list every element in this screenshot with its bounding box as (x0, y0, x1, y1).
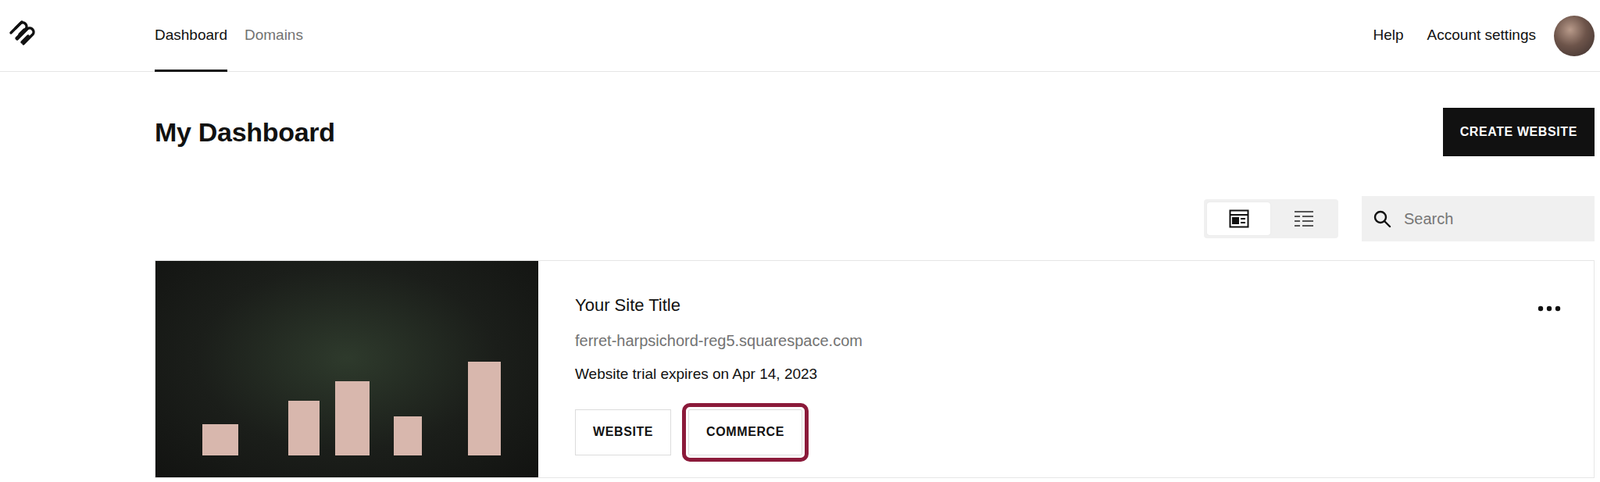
pot (202, 424, 239, 456)
nav-tab[interactable]: Dashboard (154, 0, 228, 72)
create-website-button[interactable]: CREATE WEBSITE (1442, 107, 1595, 157)
trial-notice: Website trial expires on Apr 14, 2023 (575, 363, 1557, 386)
dashboard: My Dashboard CREATE WEBSITE Your Site Titl… (0, 107, 1600, 479)
grid-view-icon (1228, 209, 1250, 229)
nav-tab[interactable]: Domains (244, 0, 304, 72)
pot (467, 361, 501, 456)
site-buttons: WEBSITE COMMERCE (575, 409, 1557, 456)
site-thumbnail[interactable] (155, 260, 539, 478)
site-card: Your Site Title ferret-harpsichord-reg5.s… (154, 260, 1595, 479)
view-list-button[interactable] (1271, 202, 1336, 236)
site-url: ferret-harpsichord-reg5.squarespace.com (575, 328, 1557, 353)
search-input[interactable] (1402, 206, 1584, 232)
account-settings-link[interactable]: Account settings (1427, 24, 1536, 47)
header-row: My Dashboard CREATE WEBSITE (154, 107, 1595, 157)
page-heading: My Dashboard (154, 116, 336, 149)
view-toggle (1203, 199, 1339, 239)
pot (288, 400, 320, 456)
logo[interactable] (0, 17, 155, 54)
search-field (1361, 196, 1595, 242)
top-bar: Dashboard Domains Help Account settings (0, 0, 1600, 72)
avatar[interactable] (1553, 15, 1595, 57)
view-grid-button[interactable] (1207, 202, 1271, 236)
help-link[interactable]: Help (1373, 24, 1404, 47)
more-menu[interactable] (1537, 298, 1561, 318)
pot (335, 381, 370, 456)
account-links: Help Account settings (1373, 15, 1600, 57)
website-button[interactable]: WEBSITE (575, 409, 672, 456)
site-details: Your Site Title ferret-harpsichord-reg5.s… (538, 260, 1594, 478)
pot (393, 416, 422, 456)
search-icon (1372, 209, 1392, 229)
squarespace-logo-icon (6, 17, 38, 49)
toolbar (154, 196, 1595, 242)
site-title[interactable]: Your Site Title (575, 292, 1557, 318)
more-icon (1537, 305, 1561, 312)
list-view-icon (1293, 210, 1315, 228)
commerce-button[interactable]: COMMERCE (688, 409, 803, 456)
